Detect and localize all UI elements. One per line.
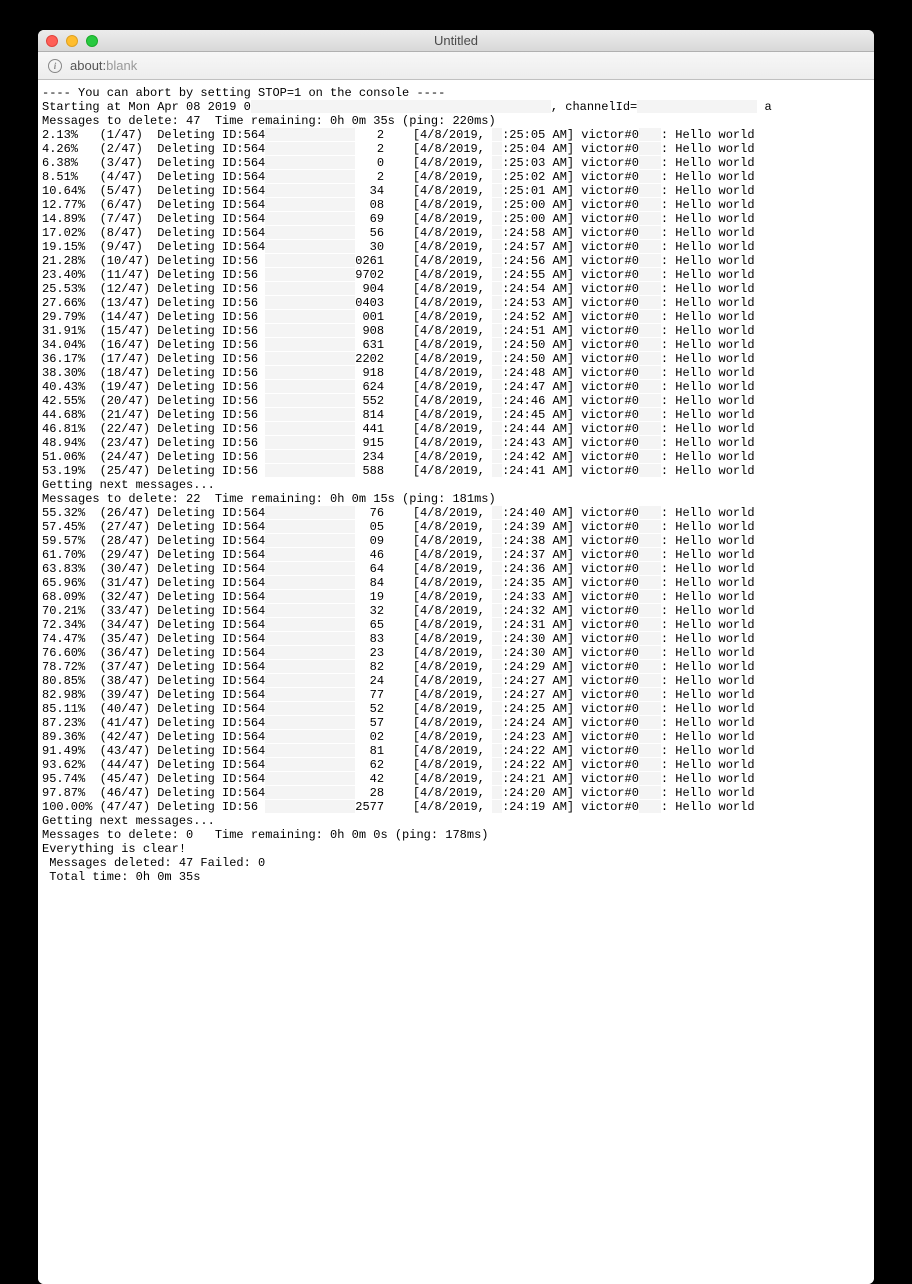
delete-row: 70.21% (33/47) Deleting ID:564 32 [4/8/2… <box>42 604 870 618</box>
delete-row: 17.02% (8/47) Deleting ID:564 56 [4/8/20… <box>42 226 870 240</box>
delete-row: 42.55% (20/47) Deleting ID:56 552 [4/8/2… <box>42 394 870 408</box>
delete-row: 2.13% (1/47) Deleting ID:564 2 [4/8/2019… <box>42 128 870 142</box>
browser-window: Untitled i about:blank ---- You can abor… <box>38 30 874 1284</box>
delete-row: 97.87% (46/47) Deleting ID:564 28 [4/8/2… <box>42 786 870 800</box>
delete-row: 78.72% (37/47) Deleting ID:564 82 [4/8/2… <box>42 660 870 674</box>
delete-row: 61.70% (29/47) Deleting ID:564 46 [4/8/2… <box>42 548 870 562</box>
close-button[interactable] <box>46 35 58 47</box>
delete-row: 68.09% (32/47) Deleting ID:564 19 [4/8/2… <box>42 590 870 604</box>
delete-row: 100.00% (47/47) Deleting ID:56 2577 [4/8… <box>42 800 870 814</box>
delete-row: 8.51% (4/47) Deleting ID:564 2 [4/8/2019… <box>42 170 870 184</box>
delete-row: 14.89% (7/47) Deleting ID:564 69 [4/8/20… <box>42 212 870 226</box>
delete-row: 48.94% (23/47) Deleting ID:56 915 [4/8/2… <box>42 436 870 450</box>
delete-row: 36.17% (17/47) Deleting ID:56 2202 [4/8/… <box>42 352 870 366</box>
delete-row: 89.36% (42/47) Deleting ID:564 02 [4/8/2… <box>42 730 870 744</box>
delete-row: 4.26% (2/47) Deleting ID:564 2 [4/8/2019… <box>42 142 870 156</box>
start-line: Starting at Mon Apr 08 2019 0, channelId… <box>42 100 870 114</box>
delete-row: 82.98% (39/47) Deleting ID:564 77 [4/8/2… <box>42 688 870 702</box>
delete-row: 38.30% (18/47) Deleting ID:56 918 [4/8/2… <box>42 366 870 380</box>
delete-row: 51.06% (24/47) Deleting ID:56 234 [4/8/2… <box>42 450 870 464</box>
delete-row: 31.91% (15/47) Deleting ID:56 908 [4/8/2… <box>42 324 870 338</box>
delete-row: 10.64% (5/47) Deleting ID:564 34 [4/8/20… <box>42 184 870 198</box>
delete-row: 80.85% (38/47) Deleting ID:564 24 [4/8/2… <box>42 674 870 688</box>
console-output[interactable]: ---- You can abort by setting STOP=1 on … <box>38 80 874 1284</box>
batch-header: Messages to delete: 22 Time remaining: 0… <box>42 492 870 506</box>
delete-row: 27.66% (13/47) Deleting ID:56 0403 [4/8/… <box>42 296 870 310</box>
delete-row: 55.32% (26/47) Deleting ID:564 76 [4/8/2… <box>42 506 870 520</box>
delete-row: 57.45% (27/47) Deleting ID:564 05 [4/8/2… <box>42 520 870 534</box>
done-line: Everything is clear! <box>42 842 870 856</box>
maximize-button[interactable] <box>86 35 98 47</box>
delete-row: 40.43% (19/47) Deleting ID:56 624 [4/8/2… <box>42 380 870 394</box>
delete-row: 76.60% (36/47) Deleting ID:564 23 [4/8/2… <box>42 646 870 660</box>
delete-row: 23.40% (11/47) Deleting ID:56 9702 [4/8/… <box>42 268 870 282</box>
delete-row: 91.49% (43/47) Deleting ID:564 81 [4/8/2… <box>42 744 870 758</box>
delete-row: 95.74% (45/47) Deleting ID:564 42 [4/8/2… <box>42 772 870 786</box>
window-title: Untitled <box>38 33 874 48</box>
abort-hint: ---- You can abort by setting STOP=1 on … <box>42 86 870 100</box>
address-bar[interactable]: about:blank <box>70 58 137 73</box>
delete-row: 65.96% (31/47) Deleting ID:564 84 [4/8/2… <box>42 576 870 590</box>
delete-row: 6.38% (3/47) Deleting ID:564 0 [4/8/2019… <box>42 156 870 170</box>
delete-row: 21.28% (10/47) Deleting ID:56 0261 [4/8/… <box>42 254 870 268</box>
info-icon[interactable]: i <box>48 59 62 73</box>
delete-row: 53.19% (25/47) Deleting ID:56 588 [4/8/2… <box>42 464 870 478</box>
delete-row: 46.81% (22/47) Deleting ID:56 441 [4/8/2… <box>42 422 870 436</box>
traffic-lights <box>38 35 98 47</box>
delete-row: 87.23% (41/47) Deleting ID:564 57 [4/8/2… <box>42 716 870 730</box>
delete-row: 19.15% (9/47) Deleting ID:564 30 [4/8/20… <box>42 240 870 254</box>
delete-row: 34.04% (16/47) Deleting ID:56 631 [4/8/2… <box>42 338 870 352</box>
batch-header: Messages to delete: 0 Time remaining: 0h… <box>42 828 870 842</box>
batch-header: Messages to delete: 47 Time remaining: 0… <box>42 114 870 128</box>
delete-row: 12.77% (6/47) Deleting ID:564 08 [4/8/20… <box>42 198 870 212</box>
delete-row: 63.83% (30/47) Deleting ID:564 64 [4/8/2… <box>42 562 870 576</box>
delete-row: 85.11% (40/47) Deleting ID:564 52 [4/8/2… <box>42 702 870 716</box>
titlebar[interactable]: Untitled <box>38 30 874 52</box>
summary-line: Messages deleted: 47 Failed: 0 <box>42 856 870 870</box>
getting-next: Getting next messages... <box>42 814 870 828</box>
minimize-button[interactable] <box>66 35 78 47</box>
summary-line: Total time: 0h 0m 35s <box>42 870 870 884</box>
delete-row: 93.62% (44/47) Deleting ID:564 62 [4/8/2… <box>42 758 870 772</box>
delete-row: 29.79% (14/47) Deleting ID:56 001 [4/8/2… <box>42 310 870 324</box>
delete-row: 44.68% (21/47) Deleting ID:56 814 [4/8/2… <box>42 408 870 422</box>
toolbar: i about:blank <box>38 52 874 80</box>
delete-row: 59.57% (28/47) Deleting ID:564 09 [4/8/2… <box>42 534 870 548</box>
delete-row: 74.47% (35/47) Deleting ID:564 83 [4/8/2… <box>42 632 870 646</box>
getting-next: Getting next messages... <box>42 478 870 492</box>
delete-row: 25.53% (12/47) Deleting ID:56 904 [4/8/2… <box>42 282 870 296</box>
delete-row: 72.34% (34/47) Deleting ID:564 65 [4/8/2… <box>42 618 870 632</box>
